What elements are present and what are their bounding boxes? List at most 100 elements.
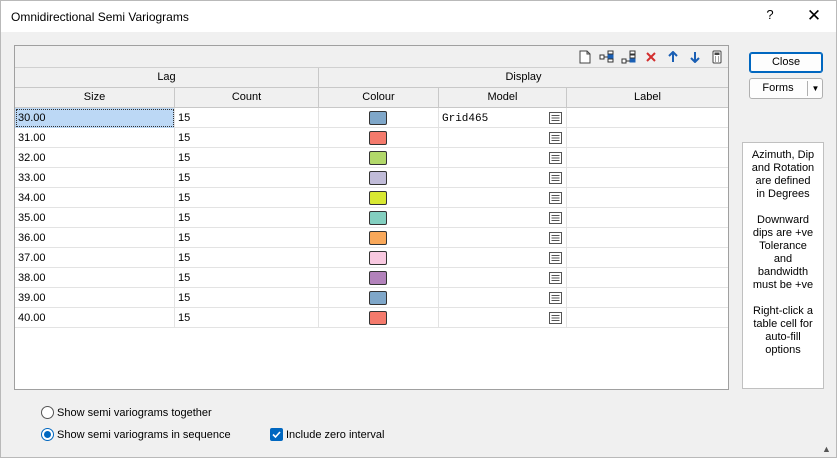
size-cell[interactable]: 30.00: [15, 108, 175, 128]
label-cell[interactable]: [567, 208, 728, 228]
model-cell[interactable]: [439, 188, 567, 208]
count-cell[interactable]: 15: [175, 168, 319, 188]
count-cell[interactable]: 15: [175, 228, 319, 248]
colour-cell[interactable]: [319, 248, 439, 268]
colour-cell[interactable]: [319, 108, 439, 128]
label-cell[interactable]: [567, 308, 728, 328]
move-up-icon[interactable]: [665, 49, 681, 65]
list-browse-icon[interactable]: [549, 252, 562, 264]
model-cell[interactable]: [439, 148, 567, 168]
size-cell[interactable]: 34.00: [15, 188, 175, 208]
show-together-radio[interactable]: [41, 406, 54, 419]
size-cell[interactable]: 38.00: [15, 268, 175, 288]
model-cell[interactable]: [439, 208, 567, 228]
show-sequence-radio[interactable]: [41, 428, 54, 441]
colour-swatch[interactable]: [369, 211, 387, 225]
chevron-down-icon[interactable]: ▼: [808, 79, 823, 98]
model-cell[interactable]: [439, 248, 567, 268]
list-browse-icon[interactable]: [549, 152, 562, 164]
list-browse-icon[interactable]: [549, 132, 562, 144]
count-cell[interactable]: 15: [175, 288, 319, 308]
colour-swatch[interactable]: [369, 311, 387, 325]
model-cell[interactable]: [439, 308, 567, 328]
list-browse-icon[interactable]: [549, 312, 562, 324]
colour-cell[interactable]: [319, 228, 439, 248]
colour-swatch[interactable]: [369, 111, 387, 125]
count-cell[interactable]: 15: [175, 208, 319, 228]
resize-grip-icon[interactable]: ▲: [822, 444, 831, 454]
colour-swatch[interactable]: [369, 291, 387, 305]
count-column-header[interactable]: Count: [175, 88, 319, 108]
list-browse-icon[interactable]: [549, 112, 562, 124]
label-cell[interactable]: [567, 128, 728, 148]
colour-cell[interactable]: [319, 308, 439, 328]
list-browse-icon[interactable]: [549, 292, 562, 304]
colour-cell[interactable]: [319, 208, 439, 228]
include-zero-label[interactable]: Include zero interval: [286, 428, 384, 442]
colour-cell[interactable]: [319, 188, 439, 208]
colour-swatch[interactable]: [369, 231, 387, 245]
colour-cell[interactable]: [319, 268, 439, 288]
size-cell[interactable]: 31.00: [15, 128, 175, 148]
count-cell[interactable]: 15: [175, 268, 319, 288]
label-cell[interactable]: [567, 248, 728, 268]
new-document-icon[interactable]: [577, 49, 593, 65]
delete-icon[interactable]: [643, 49, 659, 65]
colour-cell[interactable]: [319, 168, 439, 188]
list-browse-icon[interactable]: [549, 272, 562, 284]
list-browse-icon[interactable]: [549, 172, 562, 184]
count-cell[interactable]: 15: [175, 188, 319, 208]
label-cell[interactable]: [567, 168, 728, 188]
size-cell[interactable]: 39.00: [15, 288, 175, 308]
size-cell[interactable]: 40.00: [15, 308, 175, 328]
model-cell[interactable]: [439, 268, 567, 288]
list-browse-icon[interactable]: [549, 212, 562, 224]
colour-cell[interactable]: [319, 288, 439, 308]
window-close-button[interactable]: ✕: [805, 6, 823, 26]
append-row-icon[interactable]: [621, 49, 637, 65]
model-cell[interactable]: [439, 228, 567, 248]
label-cell[interactable]: [567, 188, 728, 208]
count-cell[interactable]: 15: [175, 128, 319, 148]
size-cell[interactable]: 33.00: [15, 168, 175, 188]
close-button[interactable]: Close: [749, 52, 823, 73]
colour-swatch[interactable]: [369, 271, 387, 285]
size-cell[interactable]: 35.00: [15, 208, 175, 228]
list-browse-icon[interactable]: [549, 192, 562, 204]
calculator-icon[interactable]: [709, 49, 725, 65]
label-column-header[interactable]: Label: [567, 88, 728, 108]
help-button[interactable]: ?: [763, 7, 777, 25]
label-cell[interactable]: [567, 268, 728, 288]
count-cell[interactable]: 15: [175, 108, 319, 128]
move-down-icon[interactable]: [687, 49, 703, 65]
model-cell[interactable]: [439, 168, 567, 188]
colour-cell[interactable]: [319, 128, 439, 148]
list-browse-icon[interactable]: [549, 232, 562, 244]
insert-row-icon[interactable]: [599, 49, 615, 65]
size-cell[interactable]: 32.00: [15, 148, 175, 168]
count-cell[interactable]: 15: [175, 148, 319, 168]
model-cell[interactable]: [439, 128, 567, 148]
count-cell[interactable]: 15: [175, 248, 319, 268]
size-cell[interactable]: 36.00: [15, 228, 175, 248]
label-cell[interactable]: [567, 108, 728, 128]
show-sequence-label[interactable]: Show semi variograms in sequence: [57, 428, 231, 442]
label-cell[interactable]: [567, 228, 728, 248]
label-cell[interactable]: [567, 148, 728, 168]
colour-column-header[interactable]: Colour: [319, 88, 439, 108]
colour-cell[interactable]: [319, 148, 439, 168]
colour-swatch[interactable]: [369, 131, 387, 145]
colour-swatch[interactable]: [369, 171, 387, 185]
colour-swatch[interactable]: [369, 191, 387, 205]
size-column-header[interactable]: Size: [15, 88, 175, 108]
model-column-header[interactable]: Model: [439, 88, 567, 108]
colour-swatch[interactable]: [369, 151, 387, 165]
label-cell[interactable]: [567, 288, 728, 308]
model-cell[interactable]: Grid465: [439, 108, 567, 128]
count-cell[interactable]: 15: [175, 308, 319, 328]
colour-swatch[interactable]: [369, 251, 387, 265]
size-cell[interactable]: 37.00: [15, 248, 175, 268]
include-zero-checkbox[interactable]: [270, 428, 283, 441]
forms-button[interactable]: Forms ▼: [749, 78, 823, 99]
model-cell[interactable]: [439, 288, 567, 308]
